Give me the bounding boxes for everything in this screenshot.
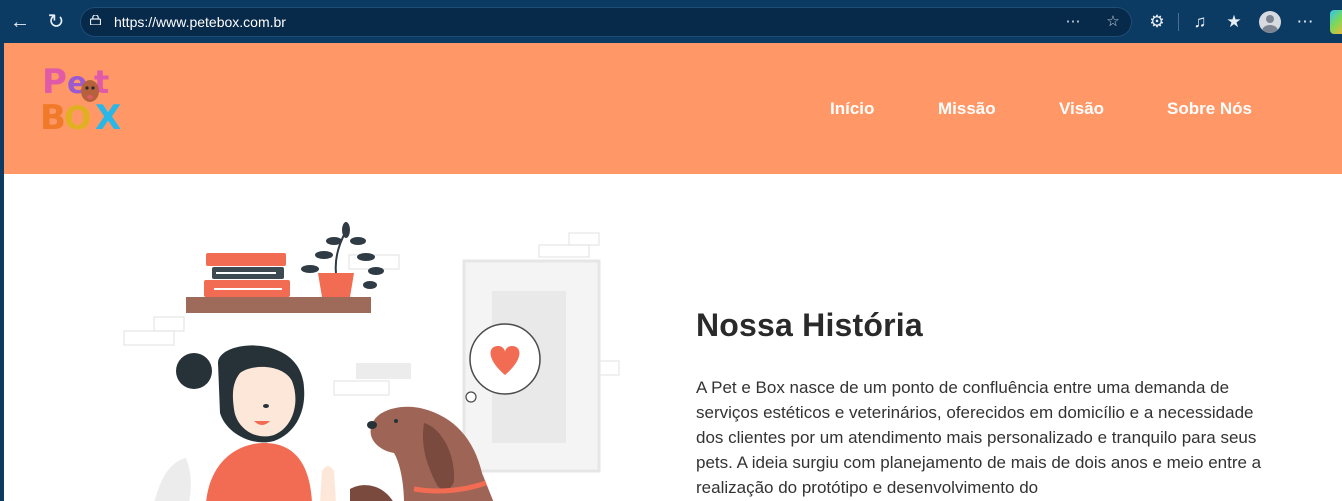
flower-pot bbox=[318, 273, 354, 297]
nav-link-inicio[interactable]: Início bbox=[830, 99, 874, 119]
extensions-icon[interactable]: ⚙ bbox=[1146, 11, 1168, 33]
toolbar-divider bbox=[1178, 13, 1179, 31]
read-aloud-icon[interactable]: ♫ bbox=[1189, 11, 1211, 33]
svg-text:B: B bbox=[40, 98, 66, 133]
back-icon[interactable]: ← bbox=[9, 11, 31, 33]
wall-patch bbox=[356, 363, 411, 379]
more-tools-icon[interactable]: ⋯ bbox=[1064, 13, 1082, 31]
about-body: A Pet e Box nasce de um ponto de confluê… bbox=[696, 378, 1262, 497]
more-menu-icon[interactable]: ⋯ bbox=[1294, 11, 1316, 33]
site-header: P e t B O X Início Missão Visão Sobre Nó… bbox=[4, 43, 1342, 174]
book-top bbox=[206, 253, 286, 266]
nav-link-missao[interactable]: Missão bbox=[938, 99, 996, 119]
wall-shelf bbox=[186, 297, 371, 313]
woman-figure bbox=[176, 345, 336, 501]
woman-and-dog-illustration bbox=[123, 222, 620, 501]
nav-link-sobre-nos[interactable]: Sobre Nós bbox=[1167, 99, 1252, 119]
profile-icon[interactable] bbox=[1259, 11, 1281, 33]
sidebar-copilot-icon[interactable] bbox=[1330, 10, 1342, 34]
address-bar[interactable]: https://www.petebox.com.br ⋯ ☆ bbox=[80, 7, 1132, 37]
url-text[interactable]: https://www.petebox.com.br bbox=[114, 14, 286, 30]
browser-chrome: ← ↻ https://www.petebox.com.br ⋯ ☆ ⚙ ♫ ★… bbox=[0, 0, 1342, 43]
nav-link-visao[interactable]: Visão bbox=[1059, 99, 1104, 119]
refresh-icon[interactable]: ↻ bbox=[45, 11, 67, 33]
svg-text:P: P bbox=[42, 62, 67, 102]
floor-plant bbox=[154, 458, 191, 501]
web-page: P e t B O X Início Missão Visão Sobre Nó… bbox=[4, 43, 1342, 501]
svg-text:X: X bbox=[95, 98, 121, 133]
svg-text:O: O bbox=[64, 99, 91, 133]
lock-icon bbox=[90, 15, 101, 25]
about-title: Nossa História bbox=[696, 307, 923, 343]
favorite-star-icon[interactable]: ☆ bbox=[1104, 13, 1122, 31]
pet-box-logo[interactable]: P e t B O X bbox=[40, 57, 130, 133]
favorites-icon[interactable]: ★ bbox=[1223, 11, 1245, 33]
